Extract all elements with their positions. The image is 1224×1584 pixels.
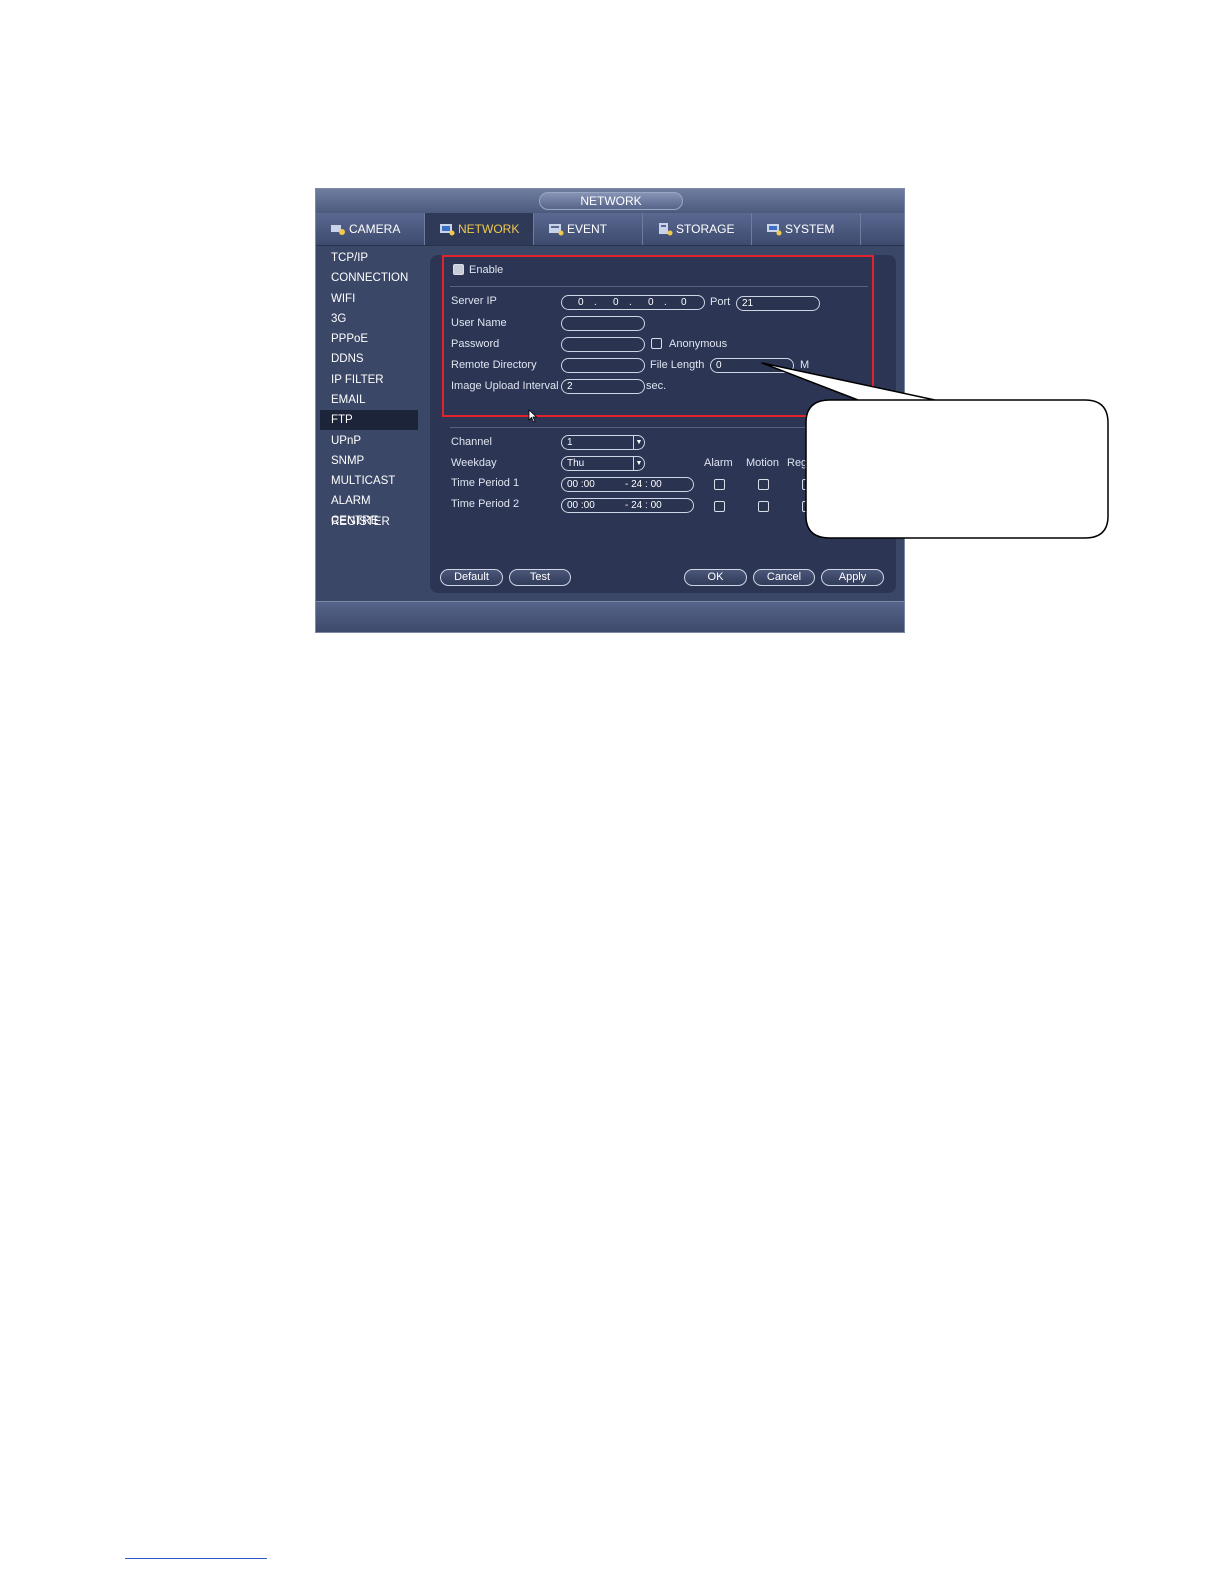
callout-bubble — [761, 362, 1109, 539]
footer-link-underline — [125, 1558, 267, 1559]
